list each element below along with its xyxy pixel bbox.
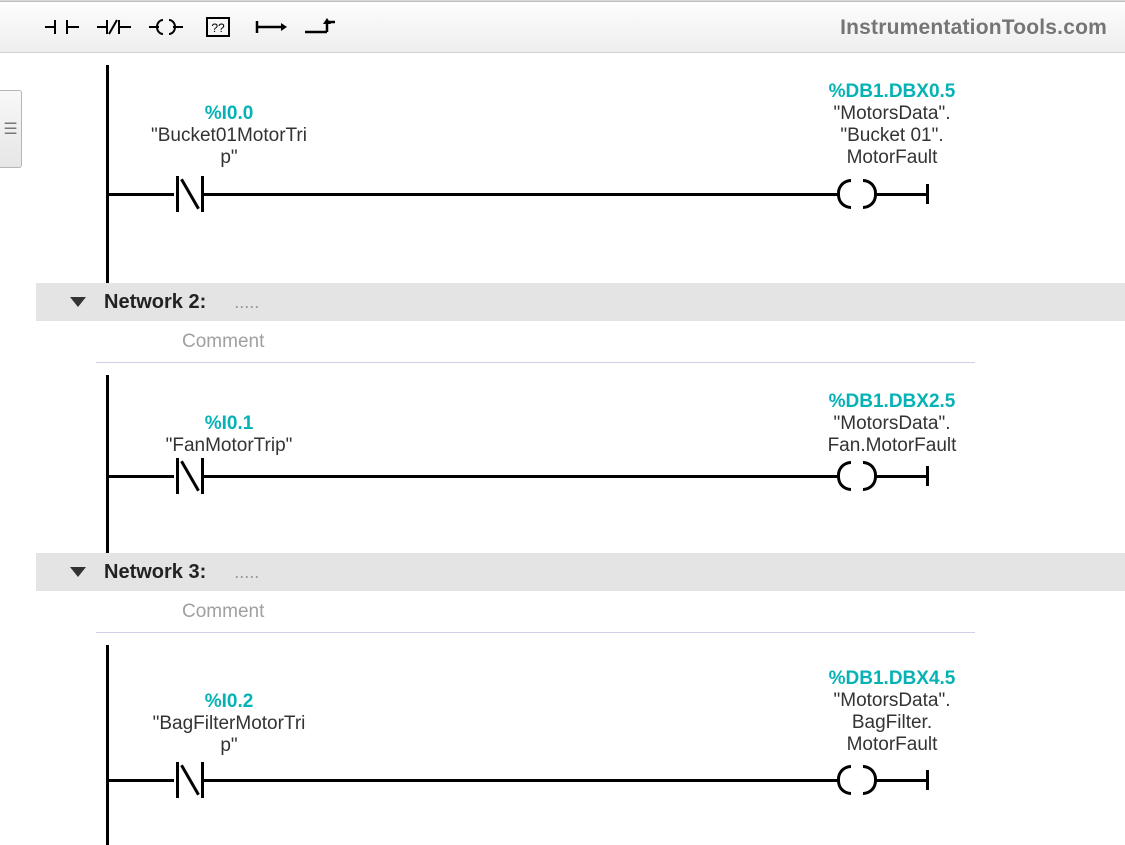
contact-symbol: p" — [124, 735, 334, 757]
watermark-text: InstrumentationTools.com — [840, 16, 1107, 40]
wire — [874, 475, 926, 478]
nc-contact-icon[interactable] — [176, 179, 204, 209]
contact-symbol: p" — [124, 147, 334, 169]
coil-symbol: "MotorsData". — [766, 690, 1018, 712]
wire — [204, 475, 840, 478]
coil-icon[interactable] — [843, 461, 871, 491]
wire — [204, 779, 840, 782]
coil-icon[interactable] — [843, 765, 871, 795]
side-panel-toggle[interactable]: ☰ — [0, 90, 22, 168]
network-3-rung: %I0.2 "BagFilterMotorTri p" %DB1.DBX4.5 … — [36, 633, 1125, 845]
network-2-header[interactable]: Network 2: ..... — [36, 283, 1125, 321]
collapse-caret-icon[interactable] — [70, 297, 86, 307]
comment-placeholder: Comment — [182, 601, 264, 623]
network-2-rung: %I0.1 "FanMotorTrip" %DB1.DBX2.5 "Motors… — [36, 363, 1125, 553]
wire — [108, 779, 174, 782]
network-title: Network 3: — [104, 561, 206, 584]
coil-symbol: MotorFault — [766, 734, 1018, 756]
wire — [108, 193, 174, 196]
open-branch-button[interactable] — [246, 7, 294, 47]
coil-symbol: "Bucket 01". — [766, 125, 1018, 147]
contact-symbol: "Bucket01MotorTri — [124, 125, 334, 147]
rung-end — [926, 466, 929, 486]
coil-symbol: BagFilter. — [766, 712, 1018, 734]
power-rail — [106, 375, 109, 553]
coil-symbol: Fan.MotorFault — [766, 435, 1018, 457]
wire — [108, 475, 174, 478]
coil-symbol: MotorFault — [766, 147, 1018, 169]
network-1-rung: %I0.0 "Bucket01MotorTri p" %DB1.DBX0.5 "… — [36, 53, 1125, 283]
svg-text:??: ?? — [211, 21, 225, 35]
power-rail — [106, 65, 109, 283]
nc-contact-icon[interactable] — [176, 765, 204, 795]
coil-symbol: "MotorsData". — [766, 413, 1018, 435]
nc-contact-icon[interactable] — [176, 461, 204, 491]
wire — [874, 193, 926, 196]
insert-coil-button[interactable] — [142, 7, 190, 47]
contact-address: %I0.2 — [124, 691, 334, 713]
insert-no-contact-button[interactable] — [38, 7, 86, 47]
network-2-comment[interactable]: Comment — [96, 321, 975, 363]
network-3-header[interactable]: Network 3: ..... — [36, 553, 1125, 591]
ladder-editor: %I0.0 "Bucket01MotorTri p" %DB1.DBX0.5 "… — [36, 53, 1125, 845]
network-3-comment[interactable]: Comment — [96, 591, 975, 633]
wire — [204, 193, 840, 196]
rung-end — [926, 770, 929, 790]
coil-address: %DB1.DBX2.5 — [766, 391, 1018, 413]
power-rail — [106, 645, 109, 845]
contact-address: %I0.1 — [124, 413, 334, 435]
toolbar: ?? InstrumentationTools.com — [0, 2, 1125, 53]
network-dots: ..... — [234, 562, 259, 583]
network-title: Network 2: — [104, 291, 206, 314]
close-branch-button[interactable] — [298, 7, 346, 47]
rung-end — [926, 184, 929, 204]
insert-box-button[interactable]: ?? — [194, 7, 242, 47]
contact-symbol: "FanMotorTrip" — [124, 435, 334, 457]
coil-icon[interactable] — [843, 179, 871, 209]
comment-placeholder: Comment — [182, 331, 264, 353]
collapse-caret-icon[interactable] — [70, 567, 86, 577]
coil-address: %DB1.DBX0.5 — [766, 81, 1018, 103]
contact-address: %I0.0 — [124, 103, 334, 125]
coil-symbol: "MotorsData". — [766, 103, 1018, 125]
wire — [874, 779, 926, 782]
network-dots: ..... — [234, 292, 259, 313]
coil-address: %DB1.DBX4.5 — [766, 668, 1018, 690]
insert-nc-contact-button[interactable] — [90, 7, 138, 47]
contact-symbol: "BagFilterMotorTri — [124, 713, 334, 735]
